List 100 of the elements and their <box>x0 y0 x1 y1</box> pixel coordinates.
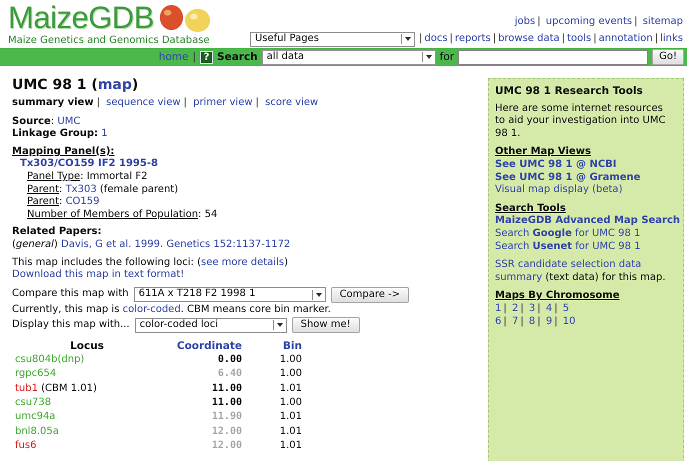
for-label: for <box>440 50 454 64</box>
ssr-summary-link[interactable]: summary <box>495 272 542 283</box>
tool-link[interactable]: MaizeGDB Advanced Map Search <box>495 215 680 226</box>
tool-link[interactable]: Search Google for UMC 98 1 <box>495 228 640 239</box>
link-separator: | <box>634 16 638 27</box>
link-separator: | <box>184 97 187 108</box>
help-button[interactable]: ? <box>200 50 214 64</box>
paper-category: (general) <box>12 238 58 250</box>
search-label: Search <box>217 50 258 64</box>
bin-cell: 1.01 <box>280 440 302 452</box>
chromosome-link[interactable]: 7 <box>512 316 518 326</box>
link-separator: | <box>593 32 597 46</box>
parent-link[interactable]: CO159 <box>66 196 100 208</box>
chromosome-link[interactable]: 6 <box>495 316 502 326</box>
chromosome-link[interactable]: 10 <box>562 316 576 326</box>
section-heading: Maps By Chromosome <box>495 290 620 302</box>
dropdown-arrow-icon <box>400 34 413 44</box>
paper-link[interactable]: Davis, G et al. 1999. Genetics 152:1137-1172 <box>61 238 290 250</box>
compare-button[interactable]: Compare -> <box>330 286 410 303</box>
panel-link[interactable]: Tx303/CO159 IF2 1995-8 <box>20 158 158 170</box>
column-header[interactable]: Coordinate <box>172 338 242 353</box>
loci-intro: This map includes the following loci: (see more details) <box>12 256 289 269</box>
map-dropdown[interactable]: 611A x T218 F2 1998 1 <box>134 287 326 302</box>
locus-link[interactable]: fus6 <box>15 440 36 452</box>
coordinate-cell: 6.40 <box>218 368 242 380</box>
nav-link[interactable]: annotation <box>598 32 653 46</box>
chromosome-link[interactable]: 4 <box>546 302 552 314</box>
go-button[interactable]: Go! <box>652 49 684 65</box>
colon-text: : <box>80 170 84 182</box>
nav-link[interactable]: reports <box>454 32 491 46</box>
coordinate-cell: 11.00 <box>212 397 242 408</box>
link-separator: | <box>537 16 541 27</box>
tool-link[interactable]: Search Usenet for UMC 98 1 <box>495 240 641 252</box>
view-tab[interactable]: primer view <box>193 97 253 108</box>
show-button[interactable]: Show me! <box>292 317 360 334</box>
details-link[interactable]: see more details <box>200 256 284 268</box>
coordinate-cell: 11.90 <box>212 411 242 422</box>
view-tab[interactable]: sequence view <box>106 97 181 108</box>
bin-cell: 1.00 <box>280 354 302 365</box>
chromosome-link[interactable]: 3 <box>528 302 536 314</box>
chromosome-link[interactable]: 1 <box>495 302 502 314</box>
link-separator: | <box>256 97 259 108</box>
parent-link[interactable]: Tx303 <box>66 184 97 195</box>
link-separator: | <box>554 316 558 326</box>
nav-link[interactable]: links <box>660 32 683 46</box>
section-heading: Search Tools <box>495 202 566 214</box>
field-label: Parent <box>27 196 60 208</box>
tool-link[interactable]: See UMC 98 1 @ Gramene <box>495 172 640 183</box>
linkage-link[interactable]: 1 <box>101 128 108 140</box>
locus-link[interactable]: tub1 <box>15 382 38 394</box>
linkage-label: Linkage Group: <box>12 128 98 140</box>
field-value: Immortal F2 <box>86 170 148 182</box>
chromosome-link[interactable]: 8 <box>528 316 536 326</box>
coordinate-cell: 12.00 <box>212 426 242 437</box>
top-link[interactable]: jobs <box>514 16 536 27</box>
display-dropdown[interactable]: color-coded loci <box>134 318 287 333</box>
site-tagline: Maize Genetics and Genomics Database <box>8 35 211 47</box>
section-heading: Other Map Views <box>495 146 591 158</box>
field-label: Number of Members of Population <box>27 208 198 220</box>
panel-intro: Here are some internet resources to aid your investigation into UMC 98 1. <box>495 102 666 140</box>
link-separator: | <box>503 302 507 314</box>
nav-link[interactable]: tools <box>567 32 592 46</box>
nav-link[interactable]: browse data <box>498 32 560 46</box>
top-link[interactable]: upcoming events <box>546 16 632 27</box>
ssr-note: (text data) for this map. <box>545 272 666 283</box>
scope-dropdown[interactable]: all data <box>262 50 436 64</box>
map-link[interactable]: map <box>98 77 132 93</box>
cbm-note: (CBM 1.01) <box>41 382 97 394</box>
bin-cell: 1.00 <box>280 397 302 408</box>
bin-cell: 1.01 <box>280 382 302 394</box>
source-link[interactable]: UMC <box>57 116 80 127</box>
nav-link[interactable]: docs <box>424 32 448 46</box>
papers-heading: Related Papers: <box>12 226 102 238</box>
link-separator: | <box>418 32 422 46</box>
link-separator: | <box>562 32 566 46</box>
color-coded-link[interactable]: color-coded <box>122 304 181 315</box>
colon-text: : <box>198 208 202 220</box>
download-link[interactable]: Download this map in text format! <box>12 269 184 280</box>
site-logo[interactable]: MaizeGDB <box>8 2 154 34</box>
dropdown-arrow-icon <box>422 52 434 62</box>
link-separator: | <box>192 50 196 64</box>
panel-title: UMC 98 1 Research Tools <box>495 85 644 98</box>
field-value: 54 <box>204 208 218 220</box>
top-link[interactable]: sitemap <box>642 16 683 27</box>
field-label: Parent <box>27 184 60 195</box>
column-header: Locus <box>69 338 105 353</box>
view-tab[interactable]: summary view <box>12 97 94 108</box>
ssr-summary-link[interactable]: SSR candidate selection data <box>495 259 642 270</box>
chromosome-link[interactable]: 5 <box>562 302 570 314</box>
link-separator: | <box>654 32 658 46</box>
pages-dropdown[interactable]: Useful Pages <box>250 32 415 47</box>
chromosome-link[interactable]: 9 <box>546 316 552 326</box>
tool-link[interactable]: Visual map display (beta) <box>495 184 622 196</box>
link-separator: | <box>537 302 541 314</box>
tool-link[interactable]: See UMC 98 1 @ NCBI <box>495 158 617 170</box>
column-header[interactable]: Bin <box>242 338 302 353</box>
search-field[interactable] <box>458 50 648 64</box>
view-tab[interactable]: score view <box>265 97 318 108</box>
chromosome-link[interactable]: 2 <box>512 302 518 314</box>
coordinate-cell: 0.00 <box>218 354 242 365</box>
